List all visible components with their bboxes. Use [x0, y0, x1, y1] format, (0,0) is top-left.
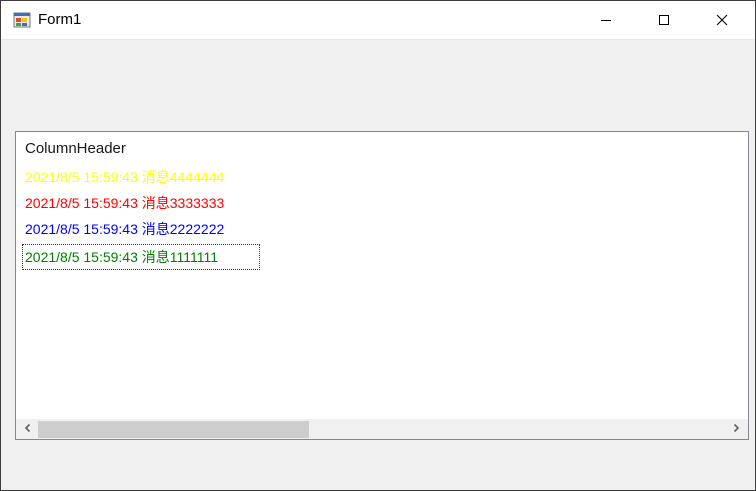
maximize-button[interactable] — [641, 1, 687, 39]
close-icon — [716, 14, 728, 26]
close-button[interactable] — [699, 1, 745, 39]
title-bar[interactable]: Form1 — [1, 1, 755, 40]
maximize-icon — [658, 14, 670, 26]
chevron-right-icon — [731, 420, 741, 438]
scroll-right-button[interactable] — [726, 419, 746, 439]
list-item-focused[interactable]: 2021/8/5 15:59:43 消息1111111 — [22, 244, 260, 270]
scroll-thumb[interactable] — [38, 421, 309, 438]
scroll-left-button[interactable] — [18, 419, 38, 439]
minimize-icon — [600, 14, 612, 26]
message-listview[interactable]: ColumnHeader 2021/8/5 15:59:43 消息4444444… — [15, 131, 749, 440]
list-item[interactable]: 2021/8/5 15:59:43 消息3333333 — [22, 191, 722, 217]
minimize-button[interactable] — [583, 1, 629, 39]
chevron-left-icon — [23, 420, 33, 438]
form-window: Form1 ColumnHeader 2021/8/5 15:59:43 消息4… — [0, 0, 756, 491]
column-header[interactable]: ColumnHeader — [25, 140, 126, 158]
horizontal-scrollbar[interactable] — [16, 419, 748, 439]
window-title: Form1 — [38, 11, 82, 28]
winforms-form-icon[interactable] — [13, 11, 31, 29]
listview-items: 2021/8/5 15:59:43 消息4444444 2021/8/5 15:… — [22, 165, 722, 270]
list-item[interactable]: 2021/8/5 15:59:43 消息2222222 — [22, 217, 722, 243]
list-item[interactable]: 2021/8/5 15:59:43 消息4444444 — [22, 165, 722, 191]
